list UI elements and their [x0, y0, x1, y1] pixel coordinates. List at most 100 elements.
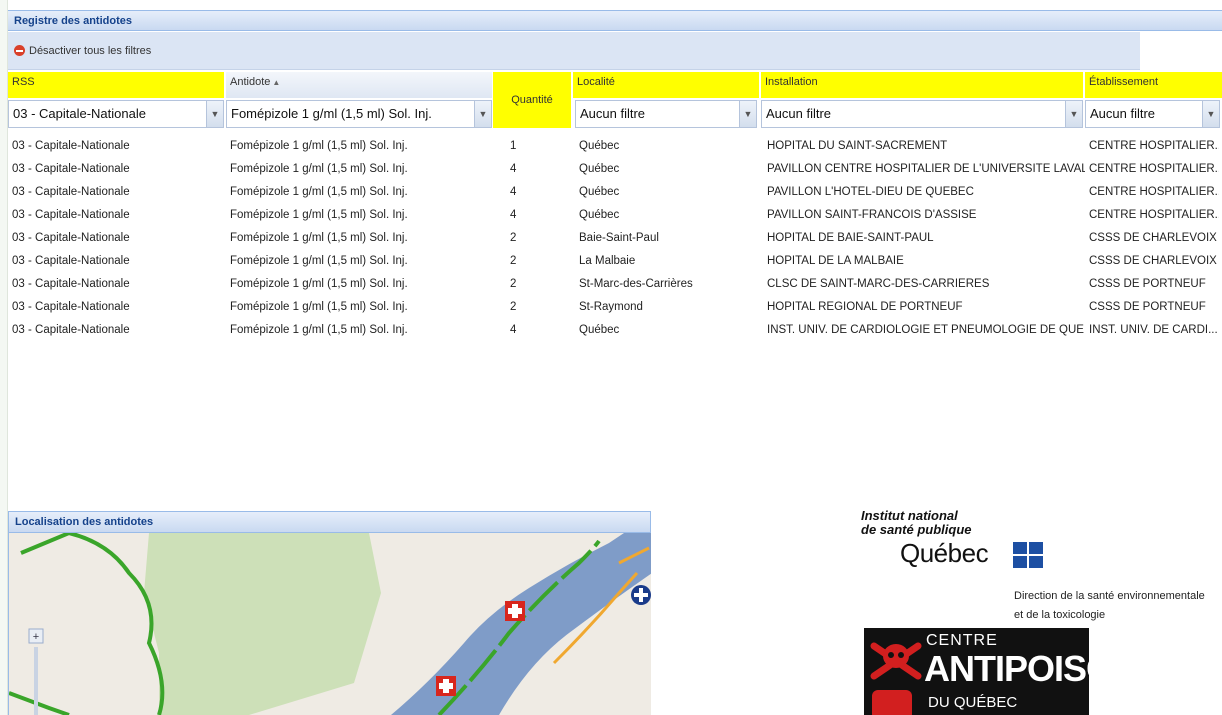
antipoison-main-text: ANTIPOISON — [924, 648, 1089, 689]
filter-localite-select[interactable]: Aucun filtre ▼ — [575, 100, 757, 128]
cell-installation: HOPITAL REGIONAL DE PORTNEUF — [767, 301, 963, 313]
cell-antidote: Fomépizole 1 g/ml (1,5 ml) Sol. Inj. — [230, 324, 408, 336]
chevron-down-icon[interactable]: ▼ — [474, 101, 491, 127]
direction-text: Direction de la santé environnementale e… — [1014, 587, 1205, 625]
cell-quantite: 2 — [510, 301, 517, 313]
cell-installation: HOPITAL DU SAINT-SACREMENT — [767, 140, 948, 152]
filter-installation-select[interactable]: Aucun filtre ▼ — [761, 100, 1083, 128]
cell-installation: PAVILLON CENTRE HOSPITALIER DE L'UNIVERS… — [767, 163, 1085, 175]
antipoison-logo: CENTRE ANTIPOISON DU QUÉBEC — [864, 628, 1089, 715]
cell-rss: 03 - Capitale-Nationale — [12, 278, 130, 290]
filter-rss-select[interactable]: 03 - Capitale-Nationale ▼ — [8, 100, 224, 128]
cell-localite: St-Marc-des-Carrières — [579, 278, 693, 290]
cell-antidote: Fomépizole 1 g/ml (1,5 ml) Sol. Inj. — [230, 301, 408, 313]
cell-etablissement: CENTRE HOSPITALIER... — [1089, 163, 1219, 175]
registry-toolbar: Désactiver tous les filtres — [8, 32, 1140, 70]
cell-rss: 03 - Capitale-Nationale — [12, 163, 130, 175]
column-header-rss[interactable]: RSS — [8, 72, 224, 98]
chevron-down-icon[interactable]: ▼ — [1065, 101, 1082, 127]
antidote-grid: 03 - Capitale-Nationale Fomépizole 1 g/m… — [8, 136, 1222, 343]
map-canvas[interactable]: + — [9, 533, 651, 715]
cell-quantite: 4 — [510, 186, 517, 198]
column-label-quantite: Quantité — [511, 94, 553, 106]
quebec-flag-icon — [1013, 542, 1043, 568]
quebec-wordmark: Québec — [900, 538, 989, 568]
info-marker[interactable] — [631, 585, 651, 605]
cell-rss: 03 - Capitale-Nationale — [12, 324, 130, 336]
cell-etablissement: CSSS DE CHARLEVOIX — [1089, 232, 1217, 244]
registry-panel-title: Registre des antidotes — [8, 10, 1222, 31]
cell-localite: Québec — [579, 163, 620, 175]
table-row[interactable]: 03 - Capitale-Nationale Fomépizole 1 g/m… — [8, 159, 1222, 182]
cell-antidote: Fomépizole 1 g/ml (1,5 ml) Sol. Inj. — [230, 278, 408, 290]
column-header-quantite[interactable]: Quantité — [493, 72, 571, 128]
cell-rss: 03 - Capitale-Nationale — [12, 140, 130, 152]
toolbar-blank-area — [1140, 36, 1222, 72]
filter-etablissement-select[interactable]: Aucun filtre ▼ — [1085, 100, 1220, 128]
cell-etablissement: INST. UNIV. DE CARDI... — [1089, 324, 1218, 336]
skull-crossbones-icon — [870, 642, 922, 680]
column-header-localite[interactable]: Localité — [573, 72, 759, 98]
cell-quantite: 4 — [510, 324, 517, 336]
table-row[interactable]: 03 - Capitale-Nationale Fomépizole 1 g/m… — [8, 228, 1222, 251]
filter-antidote-select[interactable]: Fomépizole 1 g/ml (1,5 ml) Sol. Inj. ▼ — [226, 100, 492, 128]
column-label-rss: RSS — [12, 76, 35, 88]
cell-localite: St-Raymond — [579, 301, 643, 313]
table-row[interactable]: 03 - Capitale-Nationale Fomépizole 1 g/m… — [8, 136, 1222, 159]
chevron-down-icon[interactable]: ▼ — [1202, 101, 1219, 127]
antidote-map[interactable]: + — [8, 533, 651, 715]
cell-quantite: 1 — [510, 140, 517, 152]
cell-rss: 03 - Capitale-Nationale — [12, 255, 130, 267]
zoom-in-icon[interactable]: + — [33, 631, 39, 643]
table-row[interactable]: 03 - Capitale-Nationale Fomépizole 1 g/m… — [8, 205, 1222, 228]
direction-line-1: Direction de la santé environnementale — [1014, 590, 1205, 602]
cell-quantite: 4 — [510, 163, 517, 175]
table-row[interactable]: 03 - Capitale-Nationale Fomépizole 1 g/m… — [8, 297, 1222, 320]
cell-installation: INST. UNIV. DE CARDIOLOGIE ET PNEUMOLOGI… — [767, 324, 1085, 336]
cell-installation: PAVILLON L'HOTEL-DIEU DE QUEBEC — [767, 186, 974, 198]
chevron-down-icon[interactable]: ▼ — [739, 101, 756, 127]
left-edge — [0, 0, 8, 715]
cell-antidote: Fomépizole 1 g/ml (1,5 ml) Sol. Inj. — [230, 232, 408, 244]
cell-etablissement: CSSS DE PORTNEUF — [1089, 301, 1206, 313]
clear-filters-button[interactable]: Désactiver tous les filtres — [14, 45, 151, 57]
cell-antidote: Fomépizole 1 g/ml (1,5 ml) Sol. Inj. — [230, 163, 408, 175]
cell-etablissement: CENTRE HOSPITALIER... — [1089, 209, 1219, 221]
table-row[interactable]: 03 - Capitale-Nationale Fomépizole 1 g/m… — [8, 320, 1222, 343]
map-panel-title: Localisation des antidotes — [8, 511, 651, 533]
cell-quantite: 2 — [510, 232, 517, 244]
chevron-down-icon[interactable]: ▼ — [206, 101, 223, 127]
filter-etablissement-value: Aucun filtre — [1090, 106, 1156, 121]
column-label-installation: Installation — [765, 76, 818, 88]
inspq-line-1: Institut national — [861, 508, 958, 523]
column-header-antidote[interactable]: Antidote ▲ — [226, 72, 492, 98]
table-row[interactable]: 03 - Capitale-Nationale Fomépizole 1 g/m… — [8, 251, 1222, 274]
table-row[interactable]: 03 - Capitale-Nationale Fomépizole 1 g/m… — [8, 274, 1222, 297]
cell-etablissement: CSSS DE PORTNEUF — [1089, 278, 1206, 290]
filter-antidote-value: Fomépizole 1 g/ml (1,5 ml) Sol. Inj. — [231, 106, 432, 121]
cell-etablissement: CSSS DE CHARLEVOIX — [1089, 255, 1217, 267]
cell-quantite: 2 — [510, 278, 517, 290]
column-header-installation[interactable]: Installation — [761, 72, 1083, 98]
cell-etablissement: CENTRE HOSPITALIER... — [1089, 140, 1219, 152]
cell-antidote: Fomépizole 1 g/ml (1,5 ml) Sol. Inj. — [230, 209, 408, 221]
table-row[interactable]: 03 - Capitale-Nationale Fomépizole 1 g/m… — [8, 182, 1222, 205]
filter-installation-value: Aucun filtre — [766, 106, 832, 121]
column-header-etablissement[interactable]: Établissement — [1085, 72, 1222, 98]
cell-installation: CLSC DE SAINT-MARC-DES-CARRIERES — [767, 278, 990, 290]
cell-quantite: 4 — [510, 209, 517, 221]
hospital-marker[interactable] — [505, 601, 525, 621]
sort-asc-icon: ▲ — [272, 78, 281, 87]
cell-installation: PAVILLON SAINT-FRANCOIS D'ASSISE — [767, 209, 977, 221]
filter-rss-value: 03 - Capitale-Nationale — [13, 106, 146, 121]
cell-localite: Baie-Saint-Paul — [579, 232, 659, 244]
cell-etablissement: CENTRE HOSPITALIER... — [1089, 186, 1219, 198]
cell-localite: Québec — [579, 140, 620, 152]
hospital-marker[interactable] — [436, 676, 456, 696]
cell-quantite: 2 — [510, 255, 517, 267]
column-label-antidote: Antidote — [230, 76, 271, 88]
cell-installation: HOPITAL DE BAIE-SAINT-PAUL — [767, 232, 934, 244]
antipoison-bottom-text: DU QUÉBEC — [928, 694, 1018, 711]
cell-antidote: Fomépizole 1 g/ml (1,5 ml) Sol. Inj. — [230, 186, 408, 198]
filter-localite-value: Aucun filtre — [580, 106, 646, 121]
